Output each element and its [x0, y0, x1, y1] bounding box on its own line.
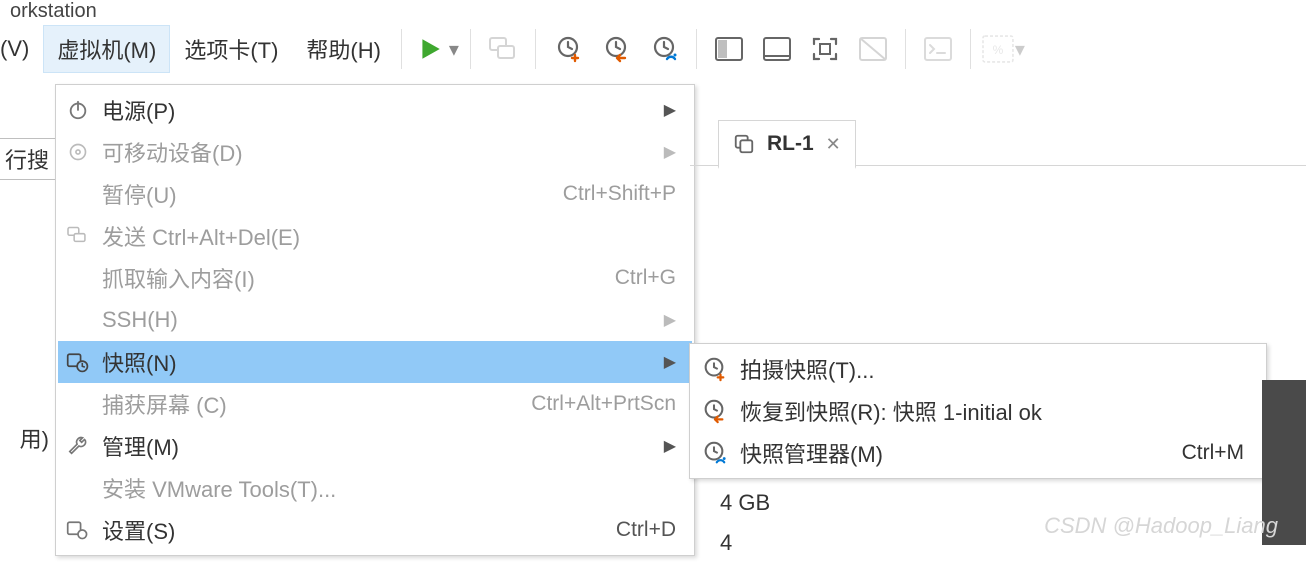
- separator: [970, 29, 971, 69]
- menu-help[interactable]: 帮助(H): [292, 25, 395, 73]
- submenu-revert-snapshot[interactable]: 恢复到快照(R): 快照 1-initial ok: [692, 390, 1264, 432]
- dropdown-arrow-icon[interactable]: ▾: [449, 37, 459, 62]
- disc-icon: [58, 142, 98, 162]
- wrench-icon: [58, 435, 98, 457]
- submenu-snapshot-manager[interactable]: 快照管理器(M) Ctrl+M: [692, 432, 1264, 474]
- menu-label: 电源(P): [98, 94, 656, 126]
- submenu-arrow-icon: ▶: [664, 310, 676, 330]
- vm-dropdown-menu: 电源(P) ▶ 可移动设备(D) ▶ 暂停(U) Ctrl+Shift+P 发送…: [55, 84, 695, 556]
- detail-memory: 4 GB: [720, 490, 770, 530]
- console-button: [916, 27, 960, 71]
- submenu-arrow-icon: ▶: [664, 100, 676, 120]
- submenu-arrow-icon: ▶: [664, 142, 676, 162]
- detail-cpu: 4: [720, 530, 770, 570]
- fullscreen-button[interactable]: [803, 27, 847, 71]
- menu-grab-input: 抓取输入内容(I) Ctrl+G: [58, 257, 692, 299]
- menu-label: 抓取输入内容(I): [98, 262, 615, 294]
- menu-install-tools: 安装 VMware Tools(T)...: [58, 467, 692, 509]
- shortcut: Ctrl+Alt+PrtScn: [531, 392, 676, 416]
- settings-icon: [58, 519, 98, 541]
- vm-tab[interactable]: RL-1 ✕: [718, 120, 856, 169]
- send-cad-button: [481, 27, 525, 71]
- separator: [470, 29, 471, 69]
- menu-snapshot[interactable]: 快照(N) ▶: [58, 341, 692, 383]
- submenu-arrow-icon: ▶: [664, 436, 676, 456]
- snapshot-manager-icon: [692, 440, 736, 466]
- shortcut: Ctrl+Shift+P: [563, 182, 676, 206]
- power-icon: [58, 99, 98, 121]
- take-snapshot-icon: [692, 356, 736, 382]
- menu-label: SSH(H): [98, 307, 656, 333]
- submenu-take-snapshot[interactable]: 拍摄快照(T)...: [692, 348, 1264, 390]
- close-icon[interactable]: ✕: [826, 134, 841, 155]
- search-fragment[interactable]: 行搜: [0, 138, 55, 180]
- menu-view[interactable]: (V): [0, 28, 43, 70]
- revert-snapshot-icon: [692, 398, 736, 424]
- menu-label: 安装 VMware Tools(T)...: [98, 472, 676, 504]
- snapshot-icon: [58, 351, 98, 373]
- menu-label: 设置(S): [98, 514, 616, 546]
- menu-label: 发送 Ctrl+Alt+Del(E): [98, 220, 676, 252]
- menu-label: 管理(M): [98, 430, 656, 462]
- menu-vm[interactable]: 虚拟机(M): [43, 25, 170, 73]
- revert-snapshot-button[interactable]: [594, 27, 638, 71]
- menu-tabs[interactable]: 选项卡(T): [170, 25, 292, 73]
- toolbar: ▾ %: [408, 27, 1025, 71]
- submenu-label: 拍摄快照(T)...: [736, 353, 1244, 385]
- menu-label: 暂停(U): [98, 178, 563, 210]
- power-on-button[interactable]: ▾: [416, 27, 460, 71]
- menu-pause: 暂停(U) Ctrl+Shift+P: [58, 173, 692, 215]
- menu-ssh: SSH(H) ▶: [58, 299, 692, 341]
- view-single-button[interactable]: [755, 27, 799, 71]
- separator: [401, 29, 402, 69]
- submenu-label: 恢复到快照(R): 快照 1-initial ok: [736, 395, 1244, 427]
- unity-button: [851, 27, 895, 71]
- stretch-button: % ▾: [981, 27, 1025, 71]
- send-cad-icon: [58, 226, 98, 246]
- shortcut: Ctrl+G: [615, 266, 676, 290]
- tab-stack-icon: [733, 133, 755, 155]
- separator: [905, 29, 906, 69]
- yong-fragment: 用): [0, 416, 55, 460]
- window-title-fragment: orkstation: [0, 0, 1306, 22]
- view-split-button[interactable]: [707, 27, 751, 71]
- menu-label: 可移动设备(D): [98, 136, 656, 168]
- shortcut: Ctrl+M: [1182, 441, 1244, 465]
- vm-details: 4 GB 4: [720, 490, 770, 570]
- submenu-label: 快照管理器(M): [736, 437, 1182, 469]
- menu-send-cad: 发送 Ctrl+Alt+Del(E): [58, 215, 692, 257]
- left-cut-fragments: 行搜 用): [0, 76, 55, 460]
- separator: [535, 29, 536, 69]
- separator: [696, 29, 697, 69]
- menu-capture-screen: 捕获屏幕 (C) Ctrl+Alt+PrtScn: [58, 383, 692, 425]
- tab-label: RL-1: [767, 132, 814, 156]
- take-snapshot-button[interactable]: [546, 27, 590, 71]
- menu-label: 快照(N): [98, 346, 656, 378]
- watermark: CSDN @Hadoop_Liang: [1044, 513, 1278, 539]
- svg-text:%: %: [993, 43, 1004, 57]
- submenu-arrow-icon: ▶: [664, 352, 676, 372]
- snapshot-submenu: 拍摄快照(T)... 恢复到快照(R): 快照 1-initial ok 快照管…: [689, 343, 1267, 479]
- menu-power[interactable]: 电源(P) ▶: [58, 89, 692, 131]
- menubar: (V) 虚拟机(M) 选项卡(T) 帮助(H) ▾: [0, 22, 1306, 77]
- dark-side-strip: [1262, 380, 1306, 545]
- menu-removable-devices: 可移动设备(D) ▶: [58, 131, 692, 173]
- snapshot-manager-button[interactable]: [642, 27, 686, 71]
- menu-label: 捕获屏幕 (C): [98, 388, 531, 420]
- menu-manage[interactable]: 管理(M) ▶: [58, 425, 692, 467]
- shortcut: Ctrl+D: [616, 518, 676, 542]
